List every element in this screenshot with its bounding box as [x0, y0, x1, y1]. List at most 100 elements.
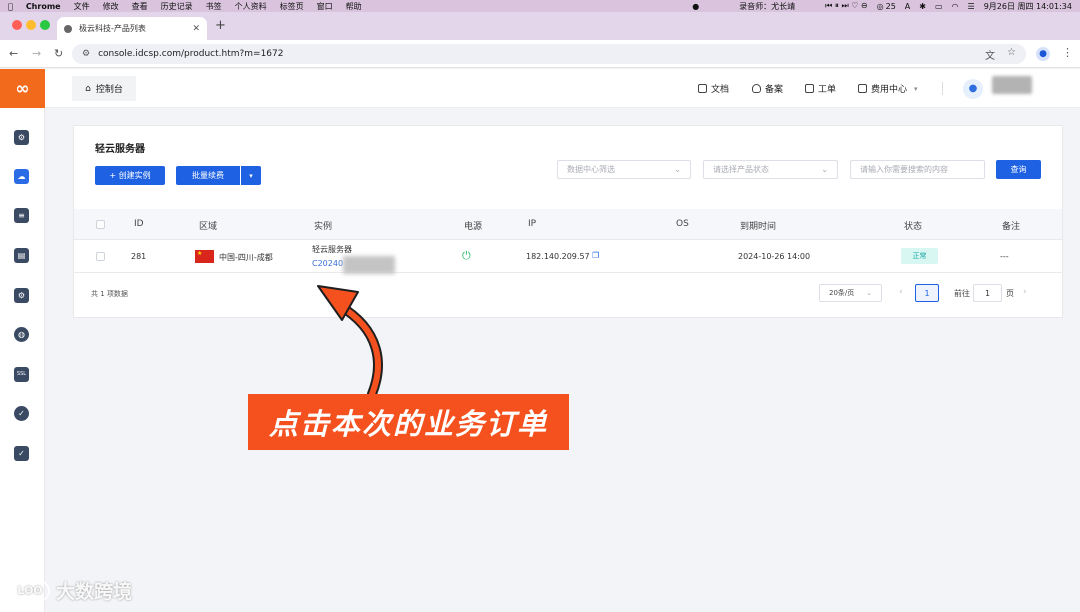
translate-icon[interactable]: 文: [985, 47, 995, 62]
table-row[interactable]: 281 ★ 中国-四川-成都 轻云服务器 C20240 ⏻ 182.140.20…: [74, 240, 1062, 274]
record-icon[interactable]: ●: [692, 2, 699, 11]
server-settings-icon[interactable]: ⚙: [14, 288, 29, 303]
nav-tickets-link[interactable]: 工单: [805, 82, 836, 95]
nav-billing-link[interactable]: 费用中心 ▾: [858, 82, 918, 95]
browser-tab-active[interactable]: 极云科技-产品列表 ✕: [57, 17, 207, 40]
browser-toolbar: ← → ↻ ⚙ console.idcsp.com/product.htm?m=…: [0, 40, 1080, 68]
select-all-checkbox[interactable]: [96, 220, 105, 229]
verified-icon[interactable]: ✓: [14, 406, 29, 421]
dashboard-gear-icon[interactable]: ⚙: [14, 130, 29, 145]
profile-avatar-icon[interactable]: ●: [1036, 47, 1050, 61]
menu-profiles[interactable]: 个人资料: [235, 1, 267, 12]
batch-renew-button[interactable]: 批量续费: [176, 166, 240, 185]
chevron-down-icon: ⌄: [674, 165, 681, 174]
server-stack-icon[interactable]: ≡: [14, 208, 29, 223]
annotation-arrow: [317, 285, 383, 399]
goto-label: 前往: [954, 289, 970, 298]
watermark: LOO 大数跨境: [10, 577, 132, 604]
console-top-nav: ⌂ 控制台 文档 备案 工单 费用中心 ▾ ●: [45, 69, 1080, 108]
watermark-text: 大数跨境: [56, 581, 133, 603]
menu-tabs[interactable]: 标签页: [280, 1, 304, 12]
ime-indicator[interactable]: A: [905, 2, 910, 11]
create-instance-button[interactable]: + 创建实例: [95, 166, 165, 185]
nav-filing-link[interactable]: 备案: [752, 82, 783, 95]
nav-tickets-label: 工单: [818, 85, 837, 95]
tab-close-icon[interactable]: ✕: [192, 24, 200, 34]
nav-filing-label: 备案: [765, 85, 784, 95]
bluetooth-icon[interactable]: ✱: [919, 2, 926, 11]
col-power: 电源: [464, 222, 483, 232]
address-bar[interactable]: ⚙ console.idcsp.com/product.htm?m=1672 文…: [72, 44, 1026, 64]
apple-icon[interactable]: : [8, 2, 13, 11]
datacenter-filter-select[interactable]: 数据中心筛选 ⌄: [557, 160, 691, 179]
row-checkbox[interactable]: [96, 252, 105, 261]
nav-divider: [942, 82, 943, 95]
globe-icon[interactable]: ◍: [14, 327, 29, 342]
console-home-button[interactable]: ⌂ 控制台: [72, 76, 136, 101]
media-controls-icon[interactable]: ⏮ ⏸ ⏭ ♡ ⊖: [825, 1, 867, 11]
ssl-icon[interactable]: SSL: [14, 367, 29, 382]
cloud-server-icon[interactable]: ☁: [14, 169, 29, 184]
menu-file[interactable]: 文件: [74, 1, 90, 12]
new-tab-button[interactable]: +: [215, 18, 226, 33]
brand-logo[interactable]: ∞: [0, 69, 45, 108]
menu-history[interactable]: 历史记录: [161, 1, 193, 12]
page-number-current[interactable]: 1: [915, 284, 939, 302]
window-close-button[interactable]: [12, 20, 22, 30]
forward-icon[interactable]: →: [32, 47, 41, 60]
control-center-icon[interactable]: ☰: [968, 2, 975, 11]
window-minimize-button[interactable]: [26, 20, 36, 30]
next-page-icon[interactable]: ›: [1023, 287, 1027, 297]
tab-title: 极云科技-产品列表: [79, 24, 146, 33]
wifi-icon[interactable]: ◠: [952, 2, 959, 11]
col-status: 状态: [904, 222, 923, 232]
user-avatar-icon[interactable]: ●: [963, 79, 983, 99]
row-instance-code[interactable]: C20240: [312, 259, 343, 268]
username-redacted[interactable]: [992, 76, 1032, 94]
site-info-icon[interactable]: ⚙: [82, 49, 90, 59]
browser-menu-icon[interactable]: ⋮: [1062, 46, 1073, 59]
browser-tab-bar: 极云科技-产品列表 ✕ +: [0, 12, 1080, 40]
col-expire[interactable]: 到期时间: [740, 219, 776, 232]
query-button[interactable]: 查询: [996, 160, 1041, 179]
battery-icon[interactable]: ▭: [935, 2, 943, 11]
search-input[interactable]: 请输入你需要搜索的内容: [850, 160, 985, 179]
instance-code-redacted: [343, 256, 395, 274]
power-on-icon[interactable]: ⏻: [462, 249, 471, 263]
notification-icon[interactable]: ◎: [877, 2, 884, 11]
window-zoom-button[interactable]: [40, 20, 50, 30]
filing-shield-icon: [752, 84, 761, 93]
row-region: 中国-四川-成都: [219, 253, 273, 262]
row-instance-name[interactable]: 轻云服务器: [312, 244, 352, 255]
copy-icon[interactable]: ❐: [592, 251, 599, 260]
menu-edit[interactable]: 修改: [103, 1, 119, 12]
status-filter-placeholder: 请选择产品状态: [713, 165, 769, 174]
china-flag-icon: ★: [195, 250, 214, 263]
menu-help[interactable]: 帮助: [346, 1, 362, 12]
status-filter-select[interactable]: 请选择产品状态 ⌄: [703, 160, 838, 179]
database-icon[interactable]: ▤: [14, 248, 29, 263]
goto-page-input[interactable]: 1: [973, 284, 1002, 302]
menu-app-name[interactable]: Chrome: [26, 2, 61, 11]
menu-view[interactable]: 查看: [132, 1, 148, 12]
page-size-select[interactable]: 20条/页 ⌄: [819, 284, 882, 302]
nav-docs-link[interactable]: 文档: [698, 82, 729, 95]
url-text[interactable]: console.idcsp.com/product.htm?m=1672: [98, 49, 283, 59]
menu-window[interactable]: 窗口: [317, 1, 333, 12]
col-ip: IP: [528, 219, 537, 229]
col-id[interactable]: ID: [134, 219, 144, 229]
batch-renew-dropdown-icon[interactable]: ▾: [241, 166, 261, 185]
bookmark-star-icon[interactable]: ☆: [1007, 47, 1016, 62]
billing-dropdown-icon: ▾: [914, 84, 918, 93]
row-remark: ---: [1000, 252, 1009, 261]
row-ip: 182.140.209.57: [526, 252, 590, 261]
chevron-down-icon: ⌄: [821, 165, 828, 174]
reload-icon[interactable]: ↻: [54, 47, 63, 60]
search-placeholder: 请输入你需要搜索的内容: [860, 165, 948, 174]
prev-page-icon[interactable]: ‹: [899, 287, 903, 297]
annotation-callout: 点击本次的业务订单: [248, 394, 569, 450]
back-icon[interactable]: ←: [9, 47, 18, 60]
menu-bookmarks[interactable]: 书签: [206, 1, 222, 12]
notification-count: 25: [885, 1, 896, 11]
shield-icon[interactable]: ✓: [14, 446, 29, 461]
